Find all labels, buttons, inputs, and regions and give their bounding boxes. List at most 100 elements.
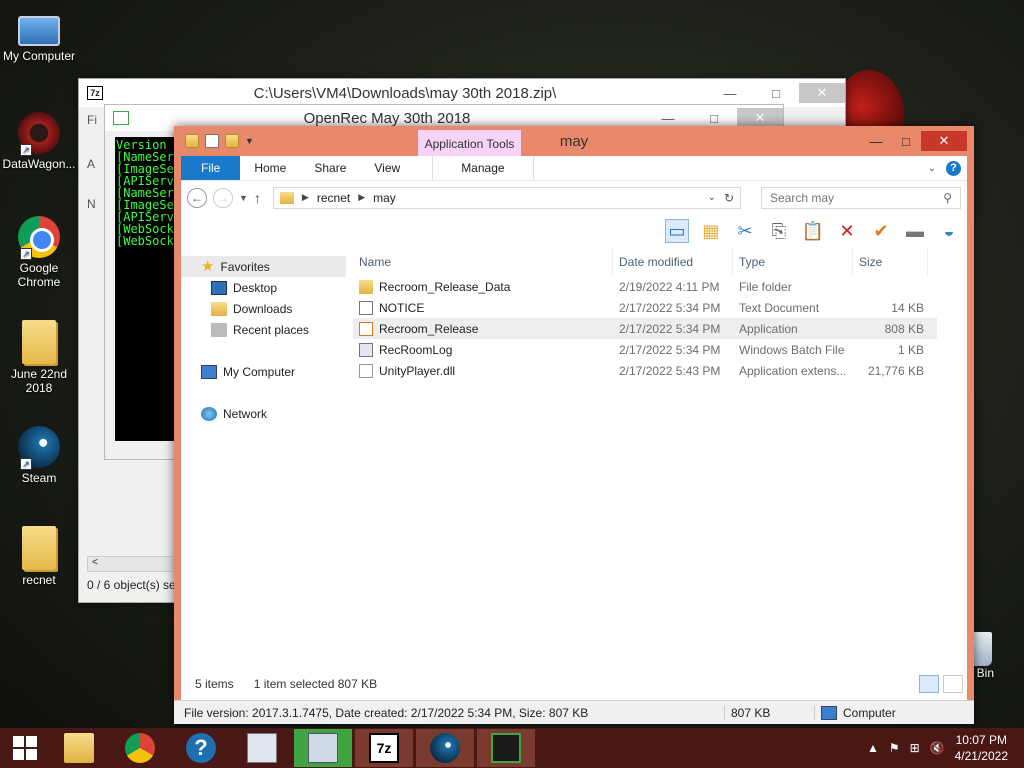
refresh-icon[interactable]: ↻	[724, 191, 734, 205]
nav-label: Downloads	[233, 301, 293, 316]
taskbar-file-explorer[interactable]	[50, 729, 108, 767]
expand-ribbon-icon[interactable]: ⌄	[928, 163, 936, 174]
maximize-button[interactable]: □	[691, 108, 737, 128]
help-icon: ?	[186, 733, 216, 763]
selection-info: 1 item selected 807 KB	[253, 677, 378, 691]
nav-recent-places[interactable]: Recent places	[181, 319, 346, 340]
file-name: UnityPlayer.dll	[379, 363, 456, 378]
file-row[interactable]: Recroom_Release_Data 2/19/2022 4:11 PM F…	[353, 276, 937, 297]
search-input[interactable]	[770, 190, 944, 205]
performance-monitor-icon	[247, 733, 277, 763]
back-button[interactable]: ←	[187, 187, 207, 208]
volume-muted-icon[interactable]: 🔇	[930, 741, 945, 755]
desktop-icon-recnet[interactable]: recnet	[0, 526, 78, 587]
breadcrumb-separator-icon[interactable]: ▶	[302, 192, 309, 203]
taskbar-openrec[interactable]	[477, 729, 535, 767]
paste-icon[interactable]: 📋	[801, 219, 825, 243]
column-header-name[interactable]: Name	[353, 248, 613, 276]
up-button[interactable]: ↑	[254, 190, 261, 206]
address-dropdown-icon[interactable]: ⌄	[708, 192, 716, 203]
properties-globe-icon[interactable]: ◒	[937, 219, 961, 243]
forward-button[interactable]: →	[213, 187, 233, 208]
views-dropdown-icon[interactable]: ▦	[699, 219, 723, 243]
windows-logo-icon	[13, 736, 37, 760]
taskbar-help[interactable]: ?	[172, 729, 230, 767]
address-bar[interactable]: ▶ recnet ▶ may ⌄ ↻	[272, 186, 741, 209]
folder-icon	[22, 320, 56, 364]
explorer-titlebar[interactable]: ▼ Application Tools may — □ ✕	[181, 126, 967, 156]
taskbar-performance-monitor[interactable]	[233, 729, 291, 767]
column-header-type[interactable]: Type	[733, 248, 853, 276]
rename-icon[interactable]: ▬	[903, 219, 927, 243]
clock[interactable]: 10:07 PM 4/21/2022	[955, 732, 1008, 764]
desktop-icon-label: Google Chrome	[17, 261, 61, 289]
tab-file[interactable]: File	[181, 156, 241, 180]
start-button[interactable]	[0, 728, 50, 768]
close-button[interactable]: ✕	[737, 108, 783, 128]
select-check-icon[interactable]: ✔	[869, 219, 893, 243]
desktop-icon-steam[interactable]: ↗ Steam	[0, 426, 78, 485]
details-view-icon[interactable]	[919, 675, 939, 693]
tab-home[interactable]: Home	[240, 156, 300, 180]
desktop-icon-google-chrome[interactable]: ↗ Google Chrome	[0, 216, 78, 289]
nav-favorites[interactable]: ★ Favorites	[181, 256, 346, 277]
nav-downloads[interactable]: Downloads	[181, 298, 346, 319]
network-status-icon[interactable]: ⊞	[910, 741, 920, 755]
tab-share[interactable]: Share	[300, 156, 360, 180]
clock-time: 10:07 PM	[955, 733, 1007, 747]
maximize-button[interactable]: □	[753, 83, 799, 103]
large-icons-view-icon[interactable]	[943, 675, 963, 693]
nav-label: Favorites	[220, 259, 270, 274]
desktop-icon-june-folder[interactable]: June 22nd 2018	[0, 320, 78, 395]
desktop-icon-datawagon[interactable]: ↗ DataWagon...	[0, 112, 78, 171]
tab-view[interactable]: View	[360, 156, 414, 180]
delete-icon[interactable]: ✕	[835, 219, 859, 243]
desktop-icon-my-computer[interactable]: My Computer	[0, 10, 78, 63]
taskbar-chrome[interactable]	[111, 729, 169, 767]
file-row-selected[interactable]: Recroom_Release 2/17/2022 5:34 PM Applic…	[353, 318, 937, 339]
file-list: Name Date modified Type Size Recroom_Rel…	[353, 248, 937, 677]
nav-desktop[interactable]: Desktop	[181, 277, 346, 298]
taskbar-remote-desktop[interactable]	[294, 729, 352, 767]
column-header-size[interactable]: Size	[853, 248, 928, 276]
file-name: RecRoomLog	[379, 342, 453, 357]
close-button[interactable]: ✕	[921, 131, 967, 151]
nav-label: Network	[223, 406, 268, 421]
search-box[interactable]: ⚲	[761, 186, 961, 209]
gear-icon: ↗	[18, 112, 60, 156]
command-toolbar: ▭ ▦ ✂ ⎘ 📋 ✕ ✔ ▬ ◒	[181, 214, 967, 248]
nav-network[interactable]: Network	[181, 403, 346, 424]
navigation-pane: ★ Favorites Desktop Downloads Recent pla…	[181, 248, 346, 677]
horizontal-scrollbar[interactable]: <	[87, 556, 177, 572]
copy-icon[interactable]: ⎘	[767, 219, 791, 243]
file-row[interactable]: NOTICE 2/17/2022 5:34 PM Text Document 1…	[353, 297, 937, 318]
nav-my-computer[interactable]: My Computer	[181, 361, 346, 382]
explorer-window[interactable]: ▼ Application Tools may — □ ✕ File Home …	[174, 126, 974, 724]
chevron-down-icon[interactable]: ▼	[245, 136, 254, 146]
help-icon[interactable]: ?	[946, 160, 961, 176]
action-center-flag-icon[interactable]: ⚑	[889, 741, 900, 755]
minimize-button[interactable]: —	[707, 83, 753, 103]
maximize-button[interactable]: □	[891, 131, 921, 151]
shortcut-arrow-icon: ↗	[20, 458, 32, 470]
cut-icon[interactable]: ✂	[733, 219, 757, 243]
minimize-button[interactable]: —	[645, 108, 691, 128]
minimize-button[interactable]: —	[861, 131, 891, 151]
taskbar-7zip[interactable]: 7z	[355, 729, 413, 767]
close-button[interactable]: ✕	[799, 83, 845, 103]
sevenzip-titlebar[interactable]: 7z C:\Users\VM4\Downloads\may 30th 2018.…	[79, 79, 845, 107]
breadcrumb-recnet[interactable]: recnet	[317, 191, 350, 205]
recent-locations-icon[interactable]: ▼	[239, 193, 248, 203]
column-header-date-modified[interactable]: Date modified	[613, 248, 733, 276]
breadcrumb-separator-icon[interactable]: ▶	[358, 192, 365, 203]
tab-manage[interactable]: Manage	[432, 156, 534, 180]
file-row[interactable]: UnityPlayer.dll 2/17/2022 5:43 PM Applic…	[353, 360, 937, 381]
file-row[interactable]: RecRoomLog 2/17/2022 5:34 PM Windows Bat…	[353, 339, 937, 360]
properties-icon[interactable]	[205, 134, 219, 148]
taskbar-steam[interactable]	[416, 729, 474, 767]
preview-pane-icon[interactable]: ▭	[665, 219, 689, 243]
breadcrumb-may[interactable]: may	[373, 191, 396, 205]
nav-label: Recent places	[233, 322, 310, 337]
new-folder-icon[interactable]	[225, 134, 239, 148]
show-hidden-icons-icon[interactable]: ▲	[867, 741, 879, 755]
